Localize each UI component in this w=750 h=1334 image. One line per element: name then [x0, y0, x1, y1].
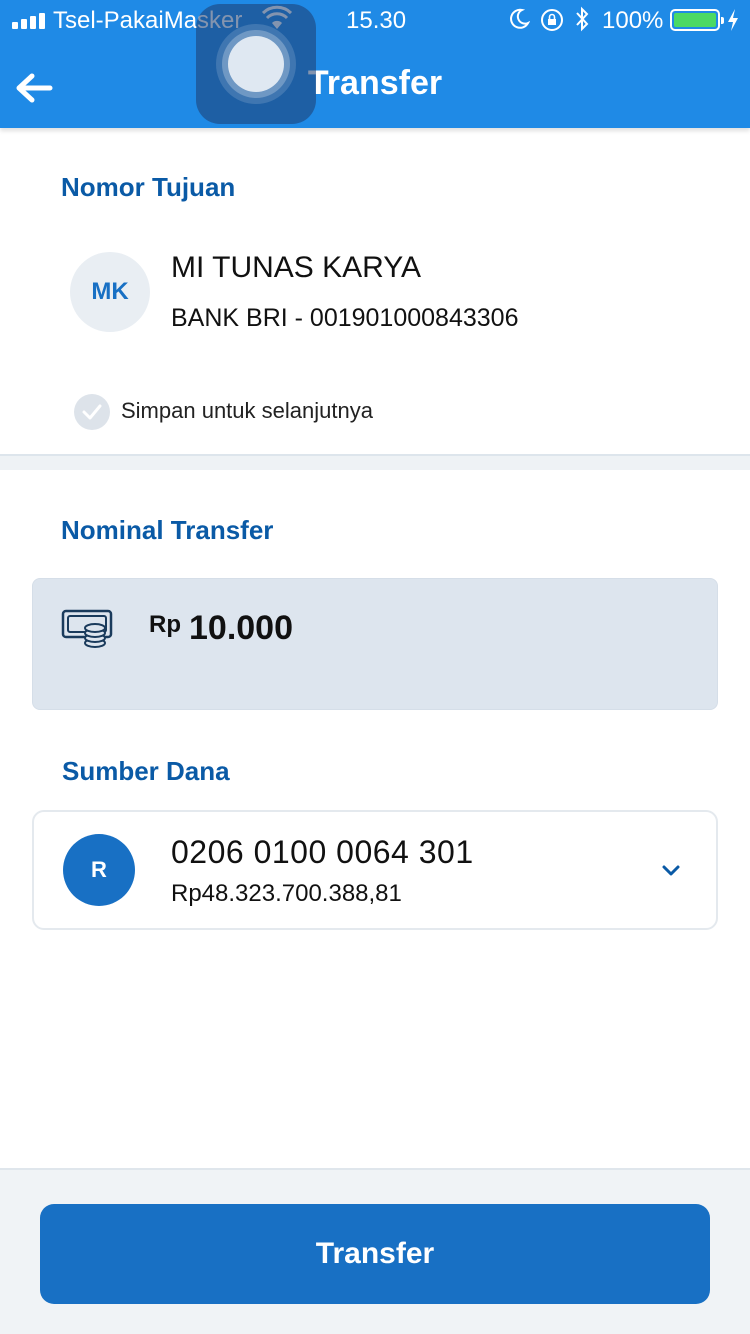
assistive-touch-button[interactable]	[196, 4, 316, 124]
page-title: Transfer	[0, 64, 750, 103]
recipient-section-title: Nomor Tujuan	[61, 172, 236, 202]
page-title-text: Transfer	[307, 64, 443, 102]
source-section-title: Sumber Dana	[62, 756, 230, 786]
save-for-later-label[interactable]: Simpan untuk selanjutnya	[121, 398, 373, 424]
chevron-down-icon[interactable]	[660, 862, 682, 878]
recipient-account: BANK BRI - 001901000843306	[171, 304, 519, 332]
source-avatar: R	[63, 834, 135, 906]
bluetooth-icon	[576, 6, 589, 32]
check-icon	[82, 404, 102, 420]
battery-percentage: 100%	[602, 7, 664, 34]
recipient-avatar: MK	[70, 252, 150, 332]
section-divider	[0, 454, 750, 470]
source-account-selector[interactable]: R 0206 0100 0064 301 Rp48.323.700.388,81	[32, 810, 718, 930]
source-account-number: 0206 0100 0064 301	[171, 834, 474, 870]
battery-icon	[670, 9, 724, 31]
amount-section-title: Nominal Transfer	[61, 515, 274, 545]
clock: 15.30	[346, 7, 407, 34]
transfer-button[interactable]: Transfer	[40, 1204, 710, 1304]
amount-input[interactable]: Rp 10.000	[32, 578, 718, 710]
status-bar: Tsel-PakaiMasker 15.30 100%	[0, 0, 750, 40]
source-balance: Rp48.323.700.388,81	[171, 880, 402, 907]
money-icon	[61, 609, 113, 648]
charging-icon	[728, 9, 738, 31]
signal-strength-icon	[12, 13, 45, 29]
moon-icon	[510, 8, 530, 29]
amount-currency: Rp	[149, 611, 181, 638]
recipient-name: MI TUNAS KARYA	[171, 251, 422, 284]
amount-value[interactable]: 10.000	[189, 609, 293, 648]
save-for-later-checkbox[interactable]	[74, 394, 110, 430]
rotation-lock-icon	[541, 9, 563, 31]
navigation-bar: Tsel-PakaiMasker 15.30 100% Transfer	[0, 0, 750, 128]
